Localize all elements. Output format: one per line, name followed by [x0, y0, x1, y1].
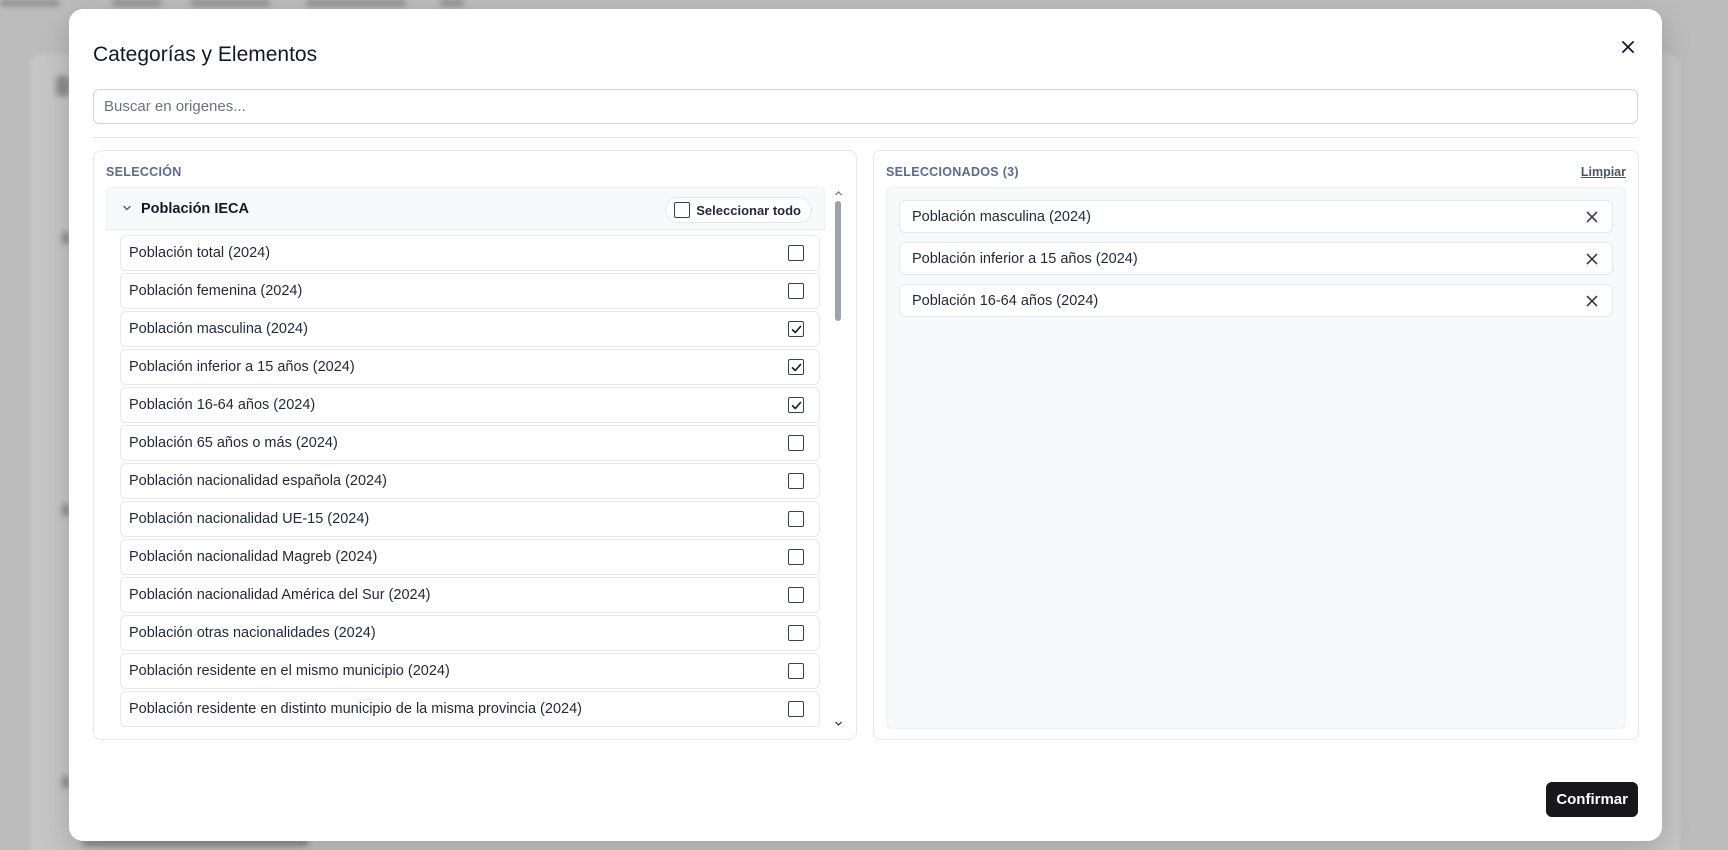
background-text-block — [440, 0, 464, 6]
list-item[interactable]: Población masculina (2024) — [120, 311, 820, 347]
list-item[interactable]: Población otras nacionalidades (2024) — [120, 615, 820, 651]
close-button[interactable] — [1616, 35, 1640, 59]
search-input[interactable] — [93, 89, 1638, 124]
selected-item: Población 16-64 años (2024) — [899, 284, 1613, 317]
list-item[interactable]: Población nacionalidad Magreb (2024) — [120, 539, 820, 575]
list-item[interactable]: Población inferior a 15 años (2024) — [120, 349, 820, 385]
chevron-down-icon[interactable] — [121, 202, 133, 214]
list-item-label: Población otras nacionalidades (2024) — [129, 625, 376, 641]
list-item[interactable]: Población nacionalidad América del Sur (… — [120, 577, 820, 613]
list-item-label: Población residente en el mismo municipi… — [129, 663, 450, 679]
item-checkbox[interactable] — [788, 473, 804, 489]
clear-link[interactable]: Limpiar — [1581, 165, 1626, 179]
close-icon — [1586, 253, 1598, 264]
selected-panel: SELECCIONADOS (3) Limpiar Población masc… — [873, 150, 1639, 740]
group-header[interactable]: Población IECA Seleccionar todo — [106, 187, 825, 230]
item-checkbox[interactable] — [788, 663, 804, 679]
selected-item-label: Población inferior a 15 años (2024) — [912, 250, 1138, 267]
selected-item-label: Población 16-64 años (2024) — [912, 292, 1099, 309]
chevron-down-icon — [834, 721, 842, 726]
item-checkbox[interactable] — [788, 701, 804, 717]
remove-button[interactable] — [1584, 209, 1600, 225]
scrollbar[interactable] — [832, 187, 844, 729]
item-checkbox[interactable] — [788, 625, 804, 641]
list-item[interactable]: Población nacionalidad UE-15 (2024) — [120, 501, 820, 537]
background-text-block — [190, 0, 270, 6]
list-item-label: Población 65 años o más (2024) — [129, 435, 338, 451]
list-item[interactable]: Población nacionalidad española (2024) — [120, 463, 820, 499]
divider — [93, 137, 1638, 138]
item-checkbox[interactable] — [788, 359, 804, 375]
group-title: Población IECA — [141, 201, 249, 217]
check-icon — [791, 363, 801, 371]
selected-item: Población inferior a 15 años (2024) — [899, 242, 1613, 275]
list-item-label: Población total (2024) — [129, 245, 271, 261]
item-checkbox[interactable] — [788, 549, 804, 565]
list-item-label: Población masculina (2024) — [129, 321, 308, 337]
list-item-label: Población nacionalidad española (2024) — [129, 473, 387, 489]
modal-title: Categorías y Elementos — [93, 43, 318, 66]
select-all-label: Seleccionar todo — [696, 202, 801, 218]
list-item[interactable]: Población 16-64 años (2024) — [120, 387, 820, 423]
list-item-label: Población femenina (2024) — [129, 283, 303, 299]
list-item-label: Población nacionalidad América del Sur (… — [129, 587, 431, 603]
selected-list: Población masculina (2024) Población inf… — [886, 187, 1626, 729]
item-checkbox[interactable] — [788, 397, 804, 413]
list-item-label: Población 16-64 años (2024) — [129, 397, 316, 413]
selection-list[interactable]: Población IECA Seleccionar todo Població… — [106, 187, 825, 729]
selected-item: Población masculina (2024) — [899, 200, 1613, 233]
check-icon — [791, 325, 801, 333]
remove-button[interactable] — [1584, 251, 1600, 267]
categories-modal: Categorías y Elementos SELECCIÓN Poblaci… — [69, 9, 1662, 841]
background-text-block — [306, 0, 406, 6]
item-checkbox[interactable] — [788, 587, 804, 603]
scroll-thumb[interactable] — [835, 201, 841, 321]
selected-item-label: Población masculina (2024) — [912, 208, 1091, 225]
list-item-label: Población nacionalidad UE-15 (2024) — [129, 511, 370, 527]
select-all-button[interactable]: Seleccionar todo — [665, 197, 812, 223]
scroll-down-arrow[interactable] — [832, 717, 844, 729]
background-text-block — [112, 0, 162, 6]
chevron-up-icon — [834, 190, 842, 195]
close-icon — [1586, 295, 1598, 306]
selection-panel: SELECCIÓN Población IECA Seleccionar tod… — [93, 150, 857, 740]
confirm-button[interactable]: Confirmar — [1546, 782, 1638, 817]
background-title-block — [56, 76, 70, 96]
close-icon — [1622, 41, 1634, 53]
close-icon — [1586, 211, 1598, 222]
remove-button[interactable] — [1584, 293, 1600, 309]
list-item[interactable]: Población residente en distinto municipi… — [120, 691, 820, 727]
list-item-label: Población inferior a 15 años (2024) — [129, 359, 355, 375]
list-item-label: Población nacionalidad Magreb (2024) — [129, 549, 378, 565]
list-item[interactable]: Población 65 años o más (2024) — [120, 425, 820, 461]
selected-panel-label: SELECCIONADOS (3) — [886, 165, 1019, 179]
item-checkbox[interactable] — [788, 283, 804, 299]
item-checkbox[interactable] — [788, 435, 804, 451]
check-icon — [791, 401, 801, 409]
item-checkbox[interactable] — [788, 321, 804, 337]
list-item[interactable]: Población femenina (2024) — [120, 273, 820, 309]
list-item[interactable]: Población total (2024) — [120, 235, 820, 271]
selection-panel-label: SELECCIÓN — [106, 165, 182, 179]
item-checkbox[interactable] — [788, 245, 804, 261]
scroll-up-arrow[interactable] — [832, 187, 844, 199]
item-checkbox[interactable] — [788, 511, 804, 527]
list-item-label: Población residente en distinto municipi… — [129, 701, 582, 717]
select-all-checkbox[interactable] — [674, 202, 691, 218]
list-item[interactable]: Población residente en el mismo municipi… — [120, 653, 820, 689]
background-text-block — [0, 0, 60, 6]
